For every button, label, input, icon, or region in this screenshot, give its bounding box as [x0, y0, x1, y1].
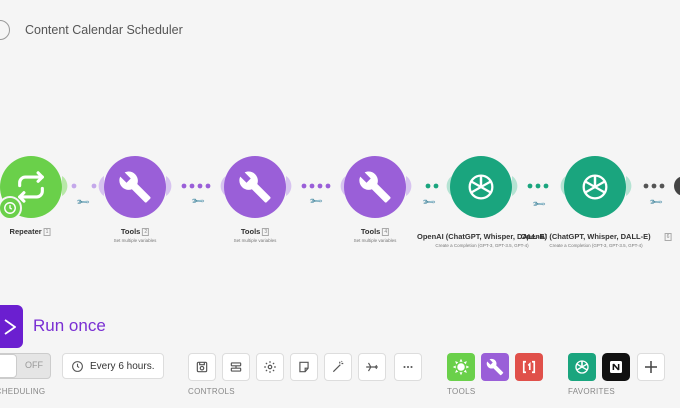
favorite-openai-button[interactable] — [568, 353, 596, 381]
flow-icon — [230, 362, 242, 372]
module-label: OpenAI (ChatGPT, Whisper, DALL-E) 6 — [520, 232, 672, 242]
auto-align-button[interactable] — [324, 353, 352, 381]
explain-flow-button[interactable] — [358, 353, 386, 381]
ellipsis-icon — [403, 365, 413, 369]
connector-stub — [62, 176, 68, 196]
module-label: Tools 2 — [120, 227, 150, 237]
scenario-title[interactable]: Content Calendar Scheduler — [25, 23, 183, 37]
module-label: Repeater 1 — [9, 227, 51, 237]
add-module-stub — [674, 176, 680, 196]
scenario-canvas[interactable]: Repeater 1 Tools 2 Set multiple variables … — [0, 60, 680, 300]
json-brackets-icon — [522, 360, 536, 374]
module-tools-2[interactable] — [104, 156, 166, 218]
magic-wand-icon — [332, 360, 344, 373]
repeat-icon — [18, 171, 44, 203]
play-icon — [4, 318, 16, 335]
module-tools-3[interactable] — [224, 156, 286, 218]
module-subtitle: Create a Completion (GPT-3, GPT-3.5, GPT… — [435, 243, 529, 248]
more-button[interactable] — [394, 353, 422, 381]
tools-icon — [239, 171, 271, 203]
controls-label: CONTROLS — [188, 387, 235, 396]
tools-app-button[interactable] — [481, 353, 509, 381]
tools-icon — [359, 171, 391, 203]
tools-label: TOOLS — [447, 387, 476, 396]
flow-control-button[interactable] — [222, 353, 250, 381]
tools-flow-button[interactable] — [447, 353, 475, 381]
run-once-label[interactable]: Run once — [33, 316, 106, 336]
schedule-interval: Every 6 hours. — [90, 360, 155, 372]
run-once-button[interactable] — [0, 305, 23, 348]
scheduling-label: SCHEDULING — [0, 387, 46, 396]
module-subtitle: Set multiple variables — [353, 238, 397, 243]
airplane-icon — [366, 362, 378, 372]
module-tools-4[interactable] — [344, 156, 406, 218]
openai-icon — [468, 174, 494, 200]
module-subtitle: Set multiple variables — [113, 238, 157, 243]
toggle-knob — [0, 354, 17, 378]
toggle-state: OFF — [25, 360, 43, 370]
module-subtitle: Set multiple variables — [233, 238, 277, 243]
schedule-interval-button[interactable]: Every 6 hours. — [62, 353, 164, 379]
module-subtitle: Create a Completion (GPT-3, GPT-3.5, GPT… — [549, 243, 643, 248]
bottom-toolbar: OFF Every 6 hours. SCHEDULING CONTROLS T… — [0, 350, 680, 408]
top-bar: Content Calendar Scheduler — [0, 0, 680, 60]
tools-icon — [486, 358, 504, 376]
scheduling-toggle[interactable]: OFF — [0, 353, 51, 379]
settings-button[interactable] — [256, 353, 284, 381]
plus-icon — [645, 361, 657, 373]
add-favorite-button[interactable] — [637, 353, 665, 381]
back-button[interactable] — [0, 20, 10, 40]
module-label: Tools 4 — [360, 227, 390, 237]
connector-dots — [71, 183, 97, 189]
module-openai-5[interactable] — [450, 156, 512, 218]
notion-icon — [610, 361, 622, 373]
favorite-notion-button[interactable] — [602, 353, 630, 381]
clock-icon — [72, 360, 83, 372]
tools-icon — [119, 171, 151, 203]
openai-icon — [582, 174, 608, 200]
gear-icon — [264, 361, 276, 373]
module-label: Tools 3 — [240, 227, 270, 237]
favorites-label: FAVORITES — [568, 387, 616, 396]
openai-icon — [575, 360, 589, 374]
save-button[interactable] — [188, 353, 216, 381]
module-openai-6[interactable] — [564, 156, 626, 218]
json-app-button[interactable] — [515, 353, 543, 381]
notes-button[interactable] — [290, 353, 318, 381]
gear-icon — [452, 358, 470, 376]
save-icon — [196, 361, 208, 373]
note-icon — [299, 361, 309, 373]
